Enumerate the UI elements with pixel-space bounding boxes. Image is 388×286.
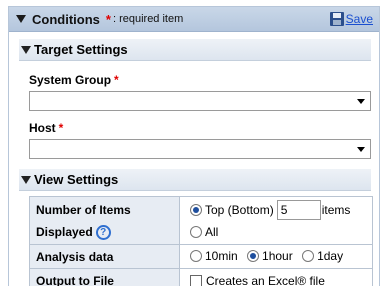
all-radio[interactable] xyxy=(190,225,202,238)
collapse-triangle-icon[interactable] xyxy=(16,15,26,23)
target-settings-title: Target Settings xyxy=(34,42,128,57)
conditions-panel: Conditions * : required item Save Target… xyxy=(8,6,380,286)
1hour-radio[interactable] xyxy=(247,249,260,262)
10min-radio[interactable] xyxy=(190,249,202,262)
target-settings-header[interactable]: Target Settings xyxy=(19,39,371,61)
required-note: : required item xyxy=(112,13,184,25)
item-count-input[interactable]: 5 xyxy=(276,199,321,220)
view-settings-title: View Settings xyxy=(34,172,119,187)
1day-label: 1day xyxy=(317,248,344,263)
items-displayed-label: Number of Items Displayed? xyxy=(29,196,180,245)
1hour-label: 1hour xyxy=(262,248,293,263)
view-settings-table: Number of Items Displayed? Top (Bottom) … xyxy=(29,196,373,286)
collapse-triangle-icon[interactable] xyxy=(21,175,31,184)
system-group-label: System Group * xyxy=(29,73,119,87)
collapse-triangle-icon[interactable] xyxy=(21,45,31,54)
1day-radio[interactable] xyxy=(302,249,315,262)
output-file-row: Output to File Creates an Excel® file xyxy=(29,268,373,286)
output-file-label: Output to File xyxy=(29,268,180,286)
10min-label: 10min xyxy=(205,248,238,263)
conditions-header[interactable]: Conditions * : required item Save xyxy=(9,7,379,32)
save-button[interactable]: Save xyxy=(329,12,373,26)
panel-title: Conditions xyxy=(32,11,100,27)
excel-checkbox[interactable] xyxy=(190,275,202,286)
output-file-options: Creates an Excel® file xyxy=(179,268,373,286)
analysis-data-row: Analysis data 10min 1hour 1day xyxy=(29,244,373,269)
save-label[interactable]: Save xyxy=(346,12,373,26)
excel-label: Creates an Excel® file xyxy=(206,273,325,286)
top-bottom-label: Top (Bottom) xyxy=(205,202,274,217)
floppy-disk-icon xyxy=(329,12,344,26)
dropdown-arrow-icon[interactable] xyxy=(357,147,365,152)
host-select[interactable] xyxy=(29,139,371,159)
all-label: All xyxy=(205,224,219,239)
view-settings-header[interactable]: View Settings xyxy=(19,169,371,191)
host-label: Host * xyxy=(29,121,64,135)
items-suffix: items xyxy=(321,202,351,217)
system-group-select[interactable] xyxy=(29,91,371,111)
analysis-data-label: Analysis data xyxy=(29,244,180,269)
items-displayed-row: Number of Items Displayed? Top (Bottom) … xyxy=(29,196,373,245)
dropdown-arrow-icon[interactable] xyxy=(357,99,365,104)
items-displayed-options: Top (Bottom) 5 items All xyxy=(179,196,373,245)
analysis-data-options: 10min 1hour 1day xyxy=(179,244,373,269)
top-bottom-radio[interactable] xyxy=(190,203,202,216)
required-star: * xyxy=(105,11,111,27)
help-icon[interactable]: ? xyxy=(95,224,111,240)
